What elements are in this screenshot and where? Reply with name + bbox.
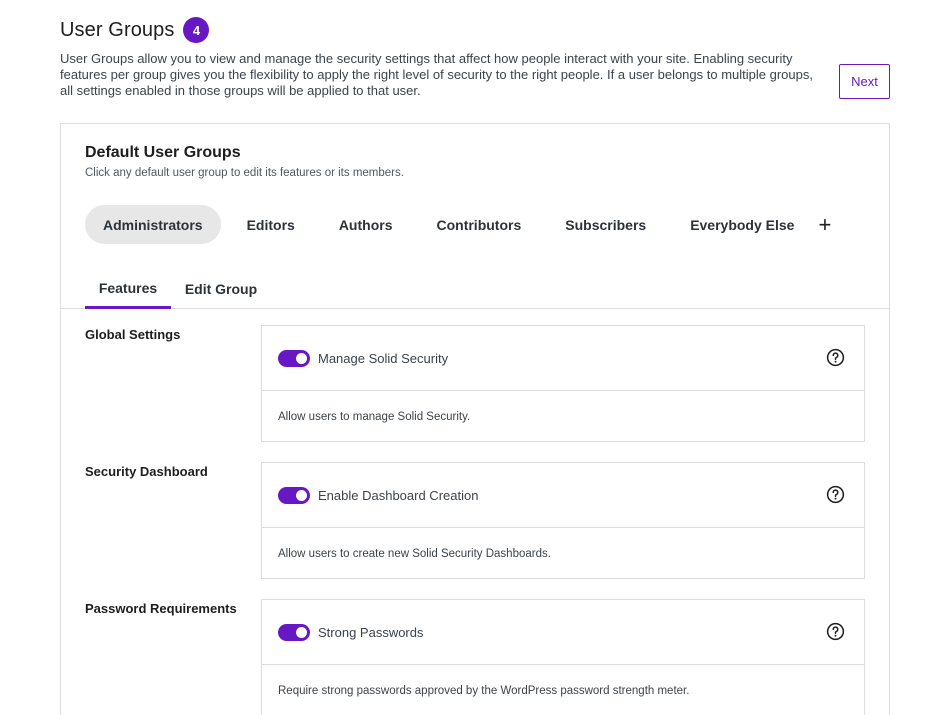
user-group-tabs: Administrators Editors Authors Contribut…: [85, 205, 831, 244]
feature-toggle[interactable]: [278, 486, 310, 504]
feature-card-strong-passwords: Strong Passwords Require strong password…: [261, 599, 865, 715]
page-title: User Groups: [60, 18, 175, 41]
add-group-plus-icon[interactable]: +: [818, 212, 831, 238]
group-tab-administrators[interactable]: Administrators: [85, 205, 221, 244]
tab-features[interactable]: Features: [85, 269, 171, 309]
tab-edit-group[interactable]: Edit Group: [177, 269, 265, 309]
feature-toggle[interactable]: [278, 349, 310, 367]
feature-name: Manage Solid Security: [318, 350, 449, 366]
question-circle-icon[interactable]: [826, 622, 845, 641]
question-circle-icon[interactable]: [826, 348, 845, 367]
group-count-badge: 4: [183, 17, 210, 43]
section-label-global-settings: Global Settings: [85, 327, 181, 342]
group-tab-editors[interactable]: Editors: [229, 205, 313, 244]
section-label-password-requirements: Password Requirements: [85, 601, 237, 616]
card-title: Default User Groups: [85, 144, 241, 161]
group-sub-tabs: Features Edit Group: [61, 269, 889, 309]
question-circle-icon[interactable]: [826, 485, 845, 504]
feature-description: Require strong passwords approved by the…: [278, 684, 690, 697]
group-tab-authors[interactable]: Authors: [321, 205, 411, 244]
group-tab-contributors[interactable]: Contributors: [418, 205, 539, 244]
feature-toggle[interactable]: [278, 623, 310, 641]
feature-name: Strong Passwords: [318, 624, 424, 640]
default-user-groups-card: Default User Groups Click any default us…: [60, 123, 890, 715]
card-subtitle: Click any default user group to edit its…: [85, 167, 404, 179]
feature-card-manage-solid-security: Manage Solid Security Allow users to man…: [261, 325, 865, 442]
group-tab-everybody-else[interactable]: Everybody Else: [672, 205, 812, 244]
feature-description: Allow users to create new Solid Security…: [278, 547, 551, 560]
feature-description: Allow users to manage Solid Security.: [278, 410, 471, 423]
feature-name: Enable Dashboard Creation: [318, 487, 479, 503]
section-label-security-dashboard: Security Dashboard: [85, 464, 208, 479]
group-tab-subscribers[interactable]: Subscribers: [547, 205, 664, 244]
next-button[interactable]: Next: [839, 64, 890, 99]
page-header: User Groups 4: [60, 16, 890, 44]
feature-card-enable-dashboard-creation: Enable Dashboard Creation Allow users to…: [261, 462, 865, 579]
page-description: User Groups allow you to view and manage…: [60, 51, 813, 98]
